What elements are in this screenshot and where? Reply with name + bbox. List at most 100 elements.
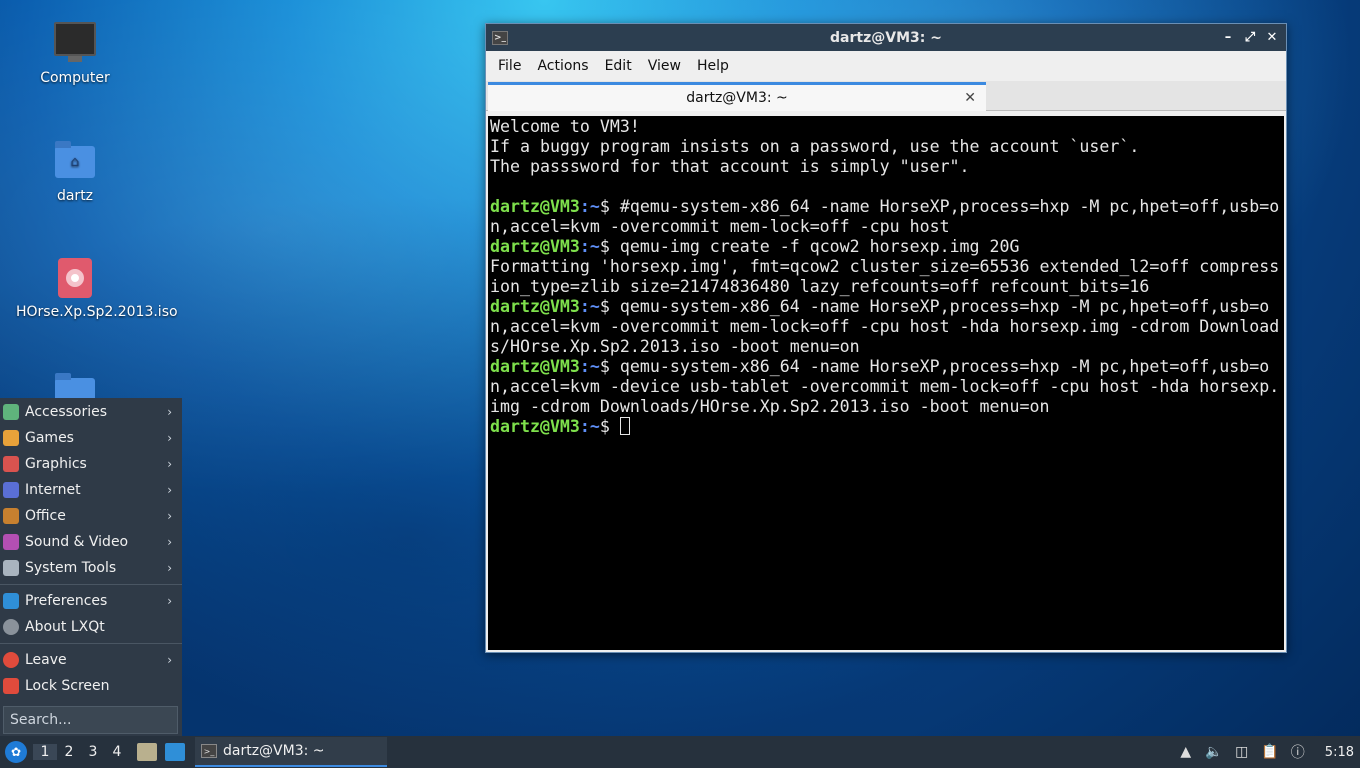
category-icon	[3, 560, 19, 576]
prompt-user: dartz@VM3	[490, 297, 580, 316]
prompt-path: :~	[579, 237, 600, 256]
notification-icon[interactable]: ⓘ	[1289, 744, 1307, 761]
terminal-prompt-line: dartz@VM3:~$ qemu-img create -f qcow2 ho…	[490, 237, 1282, 257]
system-tray: ▲ 🔈 ◫ 📋 ⓘ 5:18	[1177, 744, 1360, 761]
chevron-right-icon: ›	[167, 483, 172, 497]
clock[interactable]: 5:18	[1325, 745, 1354, 760]
menu-edit[interactable]: Edit	[597, 58, 640, 74]
terminal-output[interactable]: Welcome to VM3! If a buggy program insist…	[488, 116, 1284, 650]
chevron-right-icon: ›	[167, 509, 172, 523]
terminal-prompt-line: dartz@VM3:~$ qemu-system-x86_64 -name Ho…	[490, 357, 1282, 417]
taskbar: ✿ 1234 >_ dartz@VM3: ~ ▲ 🔈 ◫ 📋 ⓘ 5:18	[0, 736, 1360, 768]
power-icon	[3, 652, 19, 668]
menu-category-sound-video[interactable]: Sound & Video ›	[0, 529, 182, 555]
prompt-path: :~	[579, 197, 600, 216]
terminal-line: The passsword for that account is simply…	[490, 157, 970, 176]
prompt-symbol: $	[599, 417, 620, 436]
prompt-symbol: $	[599, 297, 620, 316]
prompt-user: dartz@VM3	[490, 237, 580, 256]
menu-item-label: About LXQt	[25, 619, 105, 635]
menu-item-label: Accessories	[25, 404, 108, 420]
category-icon	[3, 404, 19, 420]
prompt-path: :~	[579, 417, 600, 436]
menu-item-label: Sound & Video	[25, 534, 129, 550]
chevron-right-icon: ›	[167, 431, 172, 445]
menu-item-leave[interactable]: Leave ›	[0, 647, 182, 673]
category-icon	[3, 456, 19, 472]
workspace-1[interactable]: 1	[33, 744, 57, 760]
prompt-user: dartz@VM3	[490, 357, 580, 376]
disc-image-icon	[58, 258, 92, 298]
menu-help[interactable]: Help	[689, 58, 737, 74]
terminal-tab[interactable]: dartz@VM3: ~ ✕	[488, 82, 986, 111]
workspace-3[interactable]: 3	[81, 744, 105, 760]
desktop-icon-dartz[interactable]: ⌂ dartz	[10, 141, 140, 204]
prompt-path: :~	[579, 357, 600, 376]
start-menu-icon[interactable]: ✿	[5, 741, 27, 763]
menu-category-games[interactable]: Games ›	[0, 425, 182, 451]
menu-view[interactable]: View	[640, 58, 689, 74]
chevron-right-icon: ›	[167, 561, 172, 575]
category-icon	[3, 508, 19, 524]
workspace-4[interactable]: 4	[105, 744, 129, 760]
menu-category-internet[interactable]: Internet ›	[0, 477, 182, 503]
network-icon[interactable]: ◫	[1233, 744, 1251, 760]
tab-close-icon[interactable]: ✕	[964, 90, 976, 106]
chevron-right-icon: ›	[167, 594, 172, 608]
terminal-window[interactable]: >_ dartz@VM3: ~ – ⤢ ✕ File Actions Edit …	[485, 23, 1287, 653]
prompt-symbol: $	[599, 197, 620, 216]
menu-item-label: Internet	[25, 482, 81, 498]
home-folder-icon: ⌂	[55, 141, 95, 178]
menu-category-accessories[interactable]: Accessories ›	[0, 399, 182, 425]
workspace-2[interactable]: 2	[57, 744, 81, 760]
taskbar-task-terminal[interactable]: >_ dartz@VM3: ~	[195, 737, 387, 767]
menu-item-lock-screen[interactable]: Lock Screen	[0, 673, 182, 699]
desktop-icon-label: dartz	[56, 188, 94, 204]
monitor-icon	[54, 22, 96, 62]
maximize-icon[interactable]: ⤢	[1242, 30, 1258, 46]
desktop-icon-label: Computer	[40, 70, 110, 86]
prompt-symbol: $	[599, 237, 620, 256]
terminal-prompt-line: dartz@VM3:~$ qemu-system-x86_64 -name Ho…	[490, 297, 1282, 357]
volume-icon[interactable]: 🔈	[1205, 744, 1223, 760]
menu-actions[interactable]: Actions	[529, 58, 596, 74]
terminal-line: If a buggy program insists on a password…	[490, 137, 1140, 156]
file-manager-icon[interactable]	[137, 743, 157, 761]
menu-item-preferences[interactable]: Preferences ›	[0, 588, 182, 614]
close-icon[interactable]: ✕	[1264, 30, 1280, 46]
lock-icon	[3, 678, 19, 694]
chevron-right-icon: ›	[167, 457, 172, 471]
menu-category-system-tools[interactable]: System Tools ›	[0, 555, 182, 581]
menu-search-input[interactable]: Search...	[3, 706, 178, 734]
menu-category-office[interactable]: Office ›	[0, 503, 182, 529]
category-icon	[3, 482, 19, 498]
window-title: dartz@VM3: ~	[830, 29, 942, 46]
command-output: Formatting 'horsexp.img', fmt=qcow2 clus…	[490, 257, 1280, 296]
tray-up-arrow-icon[interactable]: ▲	[1177, 744, 1195, 760]
start-menu: Accessories › Games › Graphics › Internet › Offi…	[0, 398, 182, 736]
menu-separator	[0, 584, 182, 585]
command-text: qemu-img create -f qcow2 horsexp.img 20G	[619, 237, 1020, 256]
chevron-right-icon: ›	[167, 405, 172, 419]
prompt-path: :~	[579, 297, 600, 316]
menu-file[interactable]: File	[490, 58, 529, 74]
menubar: File Actions Edit View Help	[486, 51, 1286, 81]
minimize-icon[interactable]: –	[1220, 30, 1236, 46]
menu-item-about[interactable]: About LXQt	[0, 614, 182, 640]
desktop-icon-label: HOrse.Xp.Sp2.2013.iso	[16, 304, 178, 320]
menu-item-label: Games	[25, 430, 74, 446]
info-icon	[3, 619, 19, 635]
category-icon	[3, 534, 19, 550]
desktop-icon-computer[interactable]: Computer	[10, 22, 140, 86]
menu-separator	[0, 643, 182, 644]
desktop-icon-iso[interactable]: HOrse.Xp.Sp2.2013.iso	[10, 258, 178, 321]
category-icon	[3, 430, 19, 446]
prompt-symbol: $	[599, 357, 620, 376]
clipboard-icon[interactable]: 📋	[1261, 744, 1279, 760]
tab-label: dartz@VM3: ~	[686, 90, 788, 106]
menu-category-graphics[interactable]: Graphics ›	[0, 451, 182, 477]
show-desktop-icon[interactable]	[165, 743, 185, 761]
window-titlebar[interactable]: >_ dartz@VM3: ~ – ⤢ ✕	[486, 24, 1286, 51]
terminal-icon: >_	[201, 744, 217, 758]
